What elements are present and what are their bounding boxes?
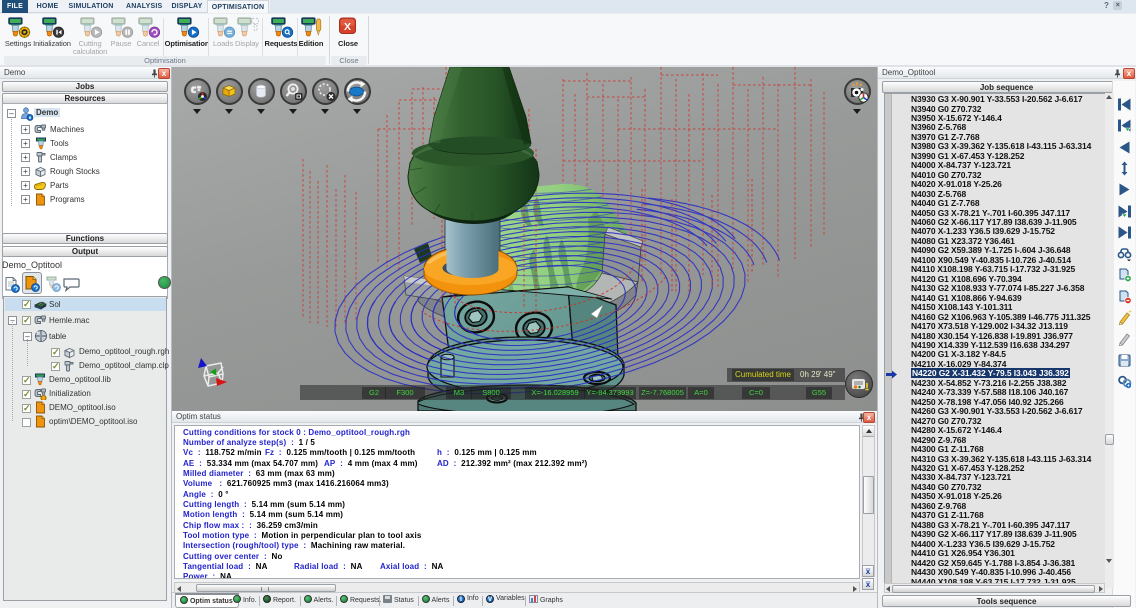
svg-text:X: X [344, 21, 351, 33]
